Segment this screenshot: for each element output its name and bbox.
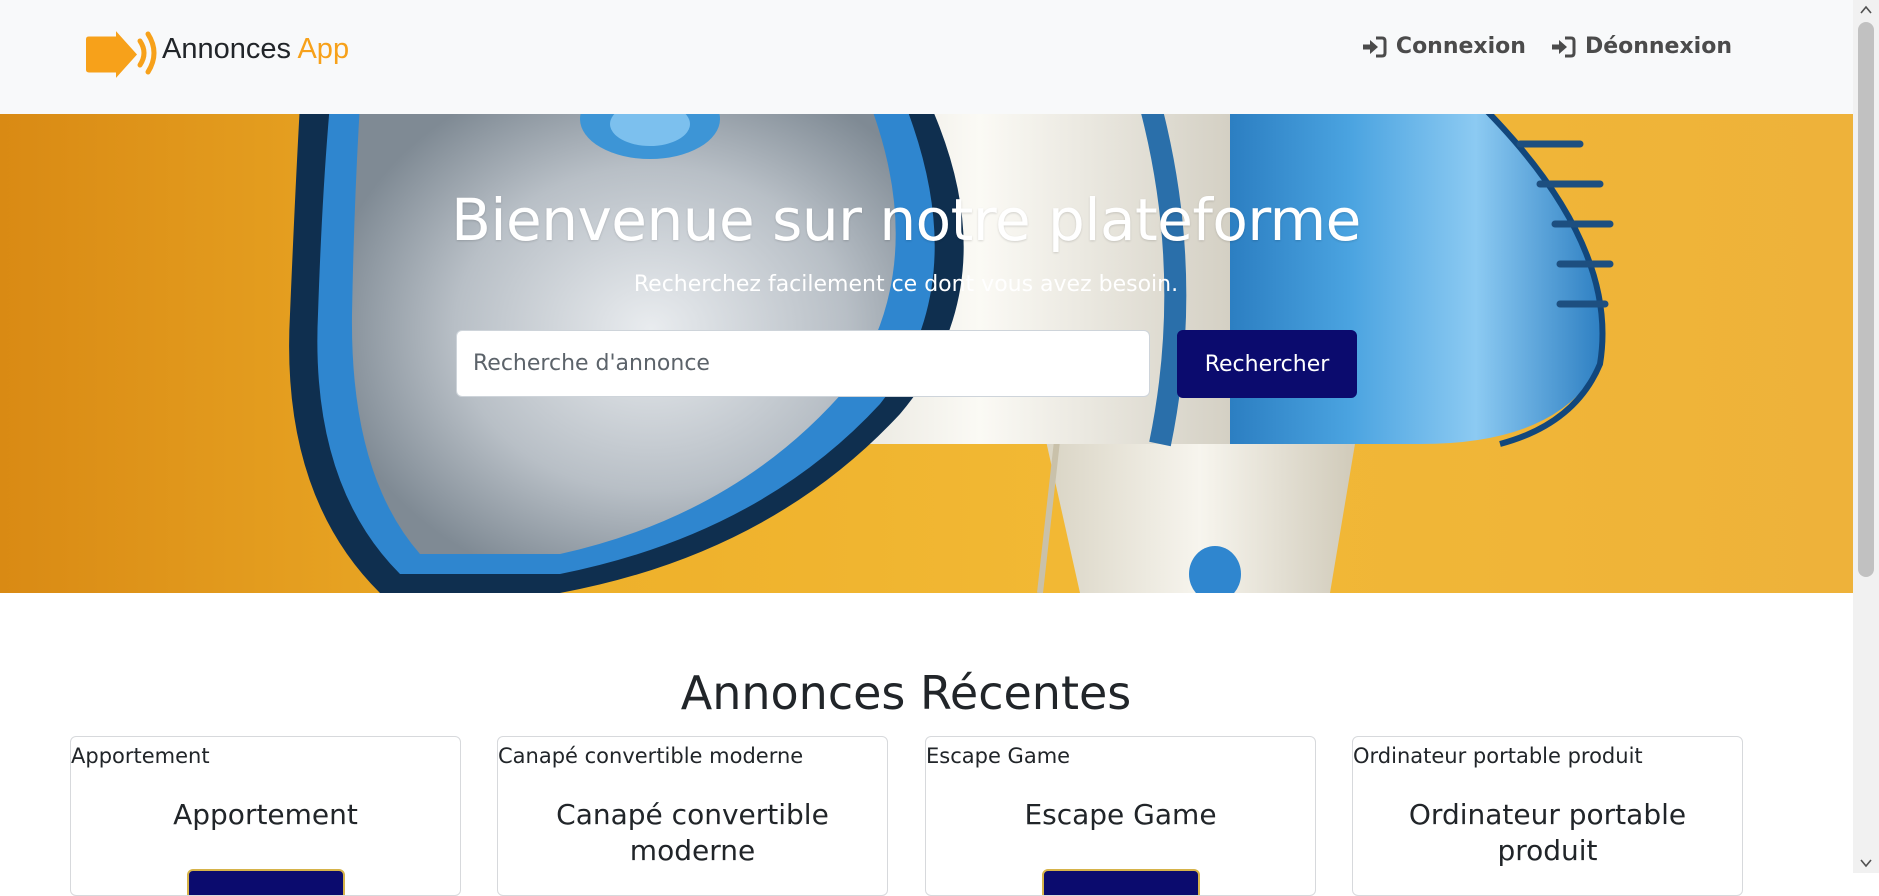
hero-content: Bienvenue sur notre plateforme Recherche…	[0, 114, 1853, 593]
recent-listings-title: Annonces Récentes	[680, 666, 1132, 720]
login-link[interactable]: Connexion	[1361, 34, 1526, 59]
card-image-alt-text: Canapé convertible moderne	[498, 744, 804, 768]
listing-card[interactable]: Escape Game Escape Game	[925, 736, 1316, 896]
brand-name-main: Annonces	[162, 32, 291, 65]
card-title: Escape Game	[1024, 798, 1217, 831]
card-image-alt-text: Apportement	[71, 744, 210, 768]
card-image-alt-text: Escape Game	[926, 744, 1071, 768]
scroll-down-arrow-icon[interactable]	[1853, 853, 1879, 873]
nav-links: Connexion Déonnexion	[1361, 34, 1732, 59]
vertical-scrollbar[interactable]	[1853, 0, 1879, 873]
brand-logo-icon	[86, 31, 157, 78]
card-details-button[interactable]	[187, 869, 345, 895]
brand-name-accent: App	[297, 32, 350, 65]
listing-card[interactable]: Apportement Apportement	[70, 736, 461, 896]
card-title: Apportement	[173, 798, 358, 831]
search-input[interactable]	[456, 330, 1150, 397]
brand-link[interactable]: Annonces App	[82, 26, 349, 82]
hero-subtitle: Recherchez facilement ce dont vous avez …	[633, 272, 1179, 297]
listing-card[interactable]: Ordinateur portable produit Ordinateur p…	[1352, 736, 1743, 896]
brand-name: Annonces App	[162, 33, 349, 66]
scroll-up-arrow-icon[interactable]	[1853, 0, 1879, 20]
hero-title: Bienvenue sur notre plateforme	[451, 186, 1361, 254]
card-image-alt-text: Ordinateur portable produit	[1353, 744, 1643, 768]
search-button[interactable]: Rechercher	[1177, 330, 1357, 398]
sign-in-icon	[1551, 36, 1576, 57]
logout-link-label: Déonnexion	[1584, 34, 1732, 59]
scrollbar-thumb[interactable]	[1858, 22, 1874, 577]
sign-in-icon	[1362, 36, 1387, 57]
login-link-label: Connexion	[1395, 34, 1526, 59]
listing-card[interactable]: Canapé convertible moderne Canapé conver…	[497, 736, 888, 896]
card-title: Ordinateur portable produit	[1408, 798, 1687, 867]
hero-banner: Bienvenue sur notre plateforme Recherche…	[0, 114, 1853, 593]
logout-link[interactable]: Déonnexion	[1550, 34, 1732, 59]
card-title: Canapé convertible moderne	[556, 798, 829, 867]
card-details-button[interactable]	[1042, 869, 1200, 895]
navbar: Annonces App Connexion Déonnexion	[0, 0, 1853, 114]
